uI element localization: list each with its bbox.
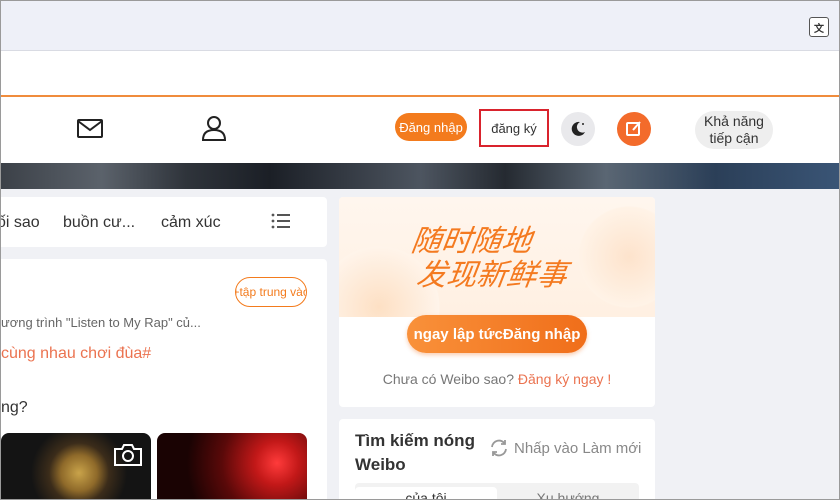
register-button[interactable]: đăng ký bbox=[479, 109, 549, 147]
browser-window: 文 Đăng nhập đăng ký Khả năng tiếp cận ối… bbox=[0, 0, 840, 500]
camera-icon bbox=[114, 444, 142, 466]
accessibility-label-line2: tiếp cận bbox=[709, 130, 759, 146]
category-tabs: ối sao buồn cư... cảm xúc bbox=[1, 197, 327, 247]
browser-bar bbox=[1, 51, 839, 95]
refresh-label: Nhấp vào Làm mới bbox=[514, 439, 642, 457]
mail-icon[interactable] bbox=[75, 113, 105, 143]
slogan-line: 随时随地 bbox=[409, 224, 534, 259]
hot-search-title-line: Tìm kiếm nóng bbox=[355, 431, 475, 450]
compose-icon bbox=[626, 121, 641, 136]
login-card-illustration: 随时随地 发现新鲜事 bbox=[339, 197, 655, 317]
accessibility-label-line1: Khả năng bbox=[704, 113, 764, 129]
register-now-link[interactable]: Đăng ký ngay ! bbox=[518, 371, 611, 387]
hot-search-title: Tìm kiếm nóng Weibo bbox=[355, 429, 475, 477]
site-header: Đăng nhập đăng ký Khả năng tiếp cận bbox=[1, 97, 839, 163]
browser-toolbar: 文 bbox=[1, 1, 839, 51]
refresh-icon bbox=[491, 439, 507, 457]
post-hashtag[interactable]: cùng nhau chơi đùa# bbox=[1, 345, 151, 363]
slogan-line: 发现新鲜事 bbox=[414, 258, 570, 293]
register-prompt: Chưa có Weibo sao? Đăng ký ngay ! bbox=[339, 371, 655, 387]
post-text: ng? bbox=[1, 399, 28, 416]
moon-icon bbox=[571, 121, 585, 136]
tab-item[interactable]: cảm xúc bbox=[161, 214, 221, 232]
login-button[interactable]: Đăng nhập bbox=[395, 113, 467, 141]
accessibility-button[interactable]: Khả năng tiếp cận bbox=[695, 111, 773, 149]
tab-item[interactable]: buồn cư... bbox=[63, 214, 135, 232]
no-account-text: Chưa có Weibo sao? bbox=[382, 371, 518, 387]
hot-search-tabs: của tôi Xu hướng bbox=[355, 483, 639, 499]
header-banner bbox=[1, 163, 839, 189]
translate-icon[interactable]: 文 bbox=[809, 17, 829, 37]
hot-search-card: Tìm kiếm nóng Weibo Nhấp vào Làm mới của… bbox=[339, 419, 655, 499]
tab-item[interactable]: ối sao bbox=[1, 214, 40, 232]
post-description: ương trình "Listen to My Rap" củ... bbox=[1, 315, 201, 330]
hot-search-title-line: Weibo bbox=[355, 455, 406, 474]
post-photo[interactable] bbox=[1, 433, 151, 499]
user-icon[interactable] bbox=[199, 113, 229, 143]
tab-mine[interactable]: của tôi bbox=[355, 487, 497, 499]
login-now-button[interactable]: ngay lập tứcĐăng nhập bbox=[407, 315, 587, 353]
compose-button[interactable] bbox=[617, 112, 651, 146]
follow-button[interactable]: +tập trung vào bbox=[235, 277, 307, 307]
tab-trend[interactable]: Xu hướng bbox=[497, 487, 639, 499]
slogan: 随时随地 发现新鲜事 bbox=[404, 224, 604, 293]
refresh-button[interactable]: Nhấp vào Làm mới bbox=[489, 439, 641, 457]
login-card: 随时随地 发现新鲜事 ngay lập tứcĐăng nhập Chưa có… bbox=[339, 197, 655, 407]
menu-icon[interactable] bbox=[271, 213, 291, 229]
post-photo[interactable] bbox=[157, 433, 307, 499]
feed-post: +tập trung vào ương trình "Listen to My … bbox=[1, 259, 327, 499]
dark-mode-button[interactable] bbox=[561, 112, 595, 146]
